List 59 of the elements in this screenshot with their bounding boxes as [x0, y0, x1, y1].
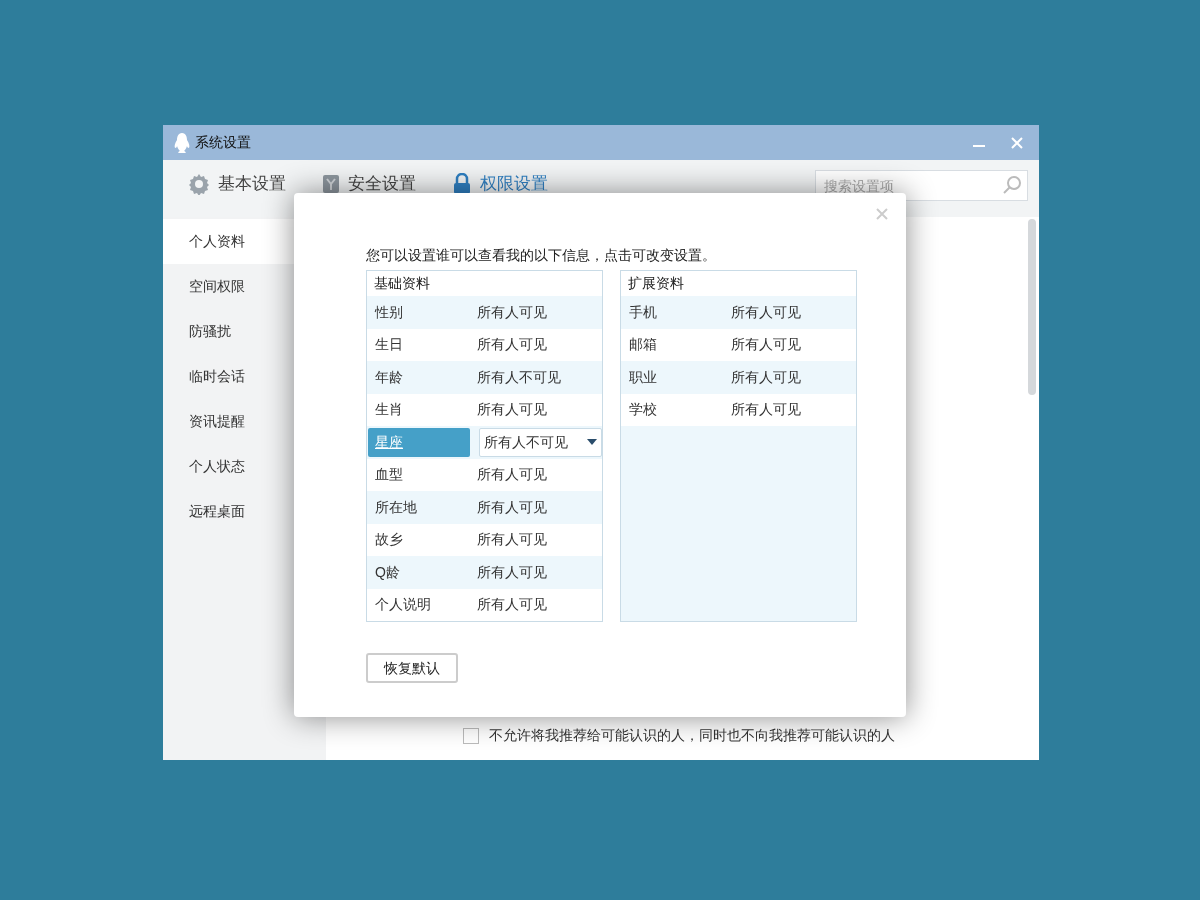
restore-default-button[interactable]: 恢复默认 [366, 653, 458, 683]
field-label: 手机 [628, 302, 658, 322]
intro-text: 您可以设置谁可以查看我的以下信息，点击可改变设置。 [366, 246, 717, 265]
close-icon [1010, 135, 1024, 150]
visibility-value: 所有人可见 [477, 562, 547, 582]
field-label: 年龄 [374, 367, 404, 387]
visibility-value: 所有人可见 [477, 530, 547, 550]
minimize-icon [973, 144, 985, 147]
visibility-value: 所有人可见 [731, 367, 801, 387]
table-row[interactable]: 星座 所有人不可见 [367, 426, 602, 459]
field-label: 邮箱 [628, 335, 658, 355]
visibility-value: 所有人可见 [477, 465, 547, 485]
scrollbar[interactable] [1028, 219, 1036, 395]
caret-icon [587, 439, 597, 446]
table-row[interactable]: 学校 所有人可见 [621, 393, 856, 426]
field-label: 个人说明 [374, 595, 432, 615]
sidebar-item[interactable]: 空间权限 [163, 264, 326, 309]
table-row[interactable]: 所在地 所有人可见 [367, 491, 602, 524]
table-row[interactable]: Q龄 所有人可见 [367, 556, 602, 589]
field-label: 性别 [373, 302, 404, 322]
table-row[interactable]: 邮箱 所有人可见 [621, 328, 856, 361]
tab[interactable]: 权限设置 [452, 171, 548, 197]
checkbox-label: 不允许将我推荐给可能认识的人，同时也不向我推荐可能认识的人 [489, 726, 895, 745]
field-label: 学校 [628, 400, 658, 420]
visibility-dropdown[interactable]: 所有人不可见 [478, 427, 602, 457]
sidebar-item[interactable]: 防骚扰 [163, 309, 326, 354]
visibility-value: 所有人可见 [477, 302, 547, 322]
field-label: 生日 [374, 335, 404, 355]
field-label: 生肖 [374, 400, 404, 420]
sidebar-item[interactable]: 资讯提醒 [163, 399, 326, 444]
visibility-value: 所有人可见 [477, 497, 547, 517]
visibility-value: 所有人不可见 [477, 367, 561, 387]
gear-icon [188, 172, 210, 195]
penguin-icon [173, 131, 191, 154]
visibility-value: 所有人可见 [477, 400, 547, 420]
visibility-value: 所有人可见 [477, 595, 547, 615]
field-label: 故乡 [374, 530, 404, 550]
visibility-value: 所有人可见 [731, 302, 801, 322]
close-button[interactable] [875, 207, 889, 221]
field-label: 所在地 [374, 497, 418, 517]
tab[interactable]: 基本设置 [188, 171, 286, 197]
checkbox[interactable] [463, 727, 479, 744]
search-icon [1002, 175, 1022, 195]
visibility-value: 所有人可见 [477, 335, 547, 355]
lock-icon [452, 172, 472, 195]
field-label: 星座 [368, 427, 470, 457]
sidebar-item[interactable]: 远程桌面 [163, 489, 326, 534]
visibility-value: 所有人可见 [731, 400, 801, 420]
sidebar-item[interactable]: 个人状态 [163, 444, 326, 489]
field-label: Q龄 [374, 562, 401, 582]
sidebar-item[interactable]: 临时会话 [163, 354, 326, 399]
table-header: 扩展资料 [621, 271, 856, 296]
table-row[interactable]: 年龄 所有人不可见 [367, 361, 602, 394]
visibility-value: 所有人可见 [731, 335, 801, 355]
close-icon [875, 207, 889, 221]
window-title: 系统设置 [195, 133, 251, 152]
field-label: 血型 [374, 465, 404, 485]
table-row[interactable]: 性别 所有人可见 [367, 296, 602, 329]
field-label: 职业 [628, 367, 658, 387]
